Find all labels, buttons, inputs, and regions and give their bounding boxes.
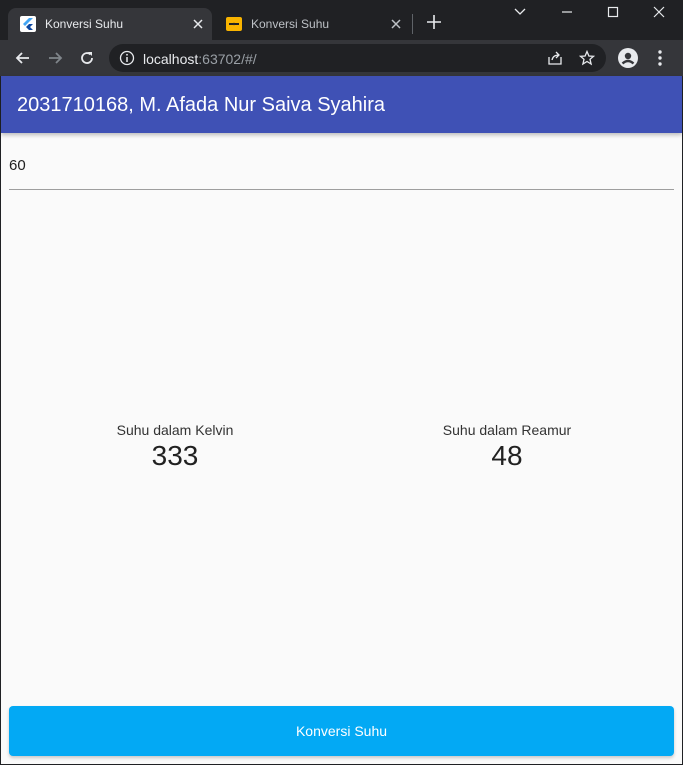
bookmark-star-icon[interactable] [579, 50, 595, 66]
reload-icon[interactable] [79, 50, 95, 66]
tab-strip: Konversi Suhu Konversi Suhu [0, 0, 683, 40]
close-icon[interactable] [388, 16, 404, 32]
url-text: localhost:63702/#/ [143, 51, 257, 67]
temperature-input-field[interactable] [9, 146, 674, 190]
browser-toolbar: localhost:63702/#/ [0, 40, 683, 76]
convert-button[interactable]: Konversi Suhu [9, 706, 674, 756]
profile-avatar-icon[interactable] [618, 48, 638, 68]
more-vert-icon[interactable] [652, 48, 668, 68]
url-host: localhost [143, 51, 199, 67]
reamur-label: Suhu dalam Reamur [442, 422, 572, 438]
chevron-down-icon[interactable] [512, 4, 528, 20]
tab-title: Konversi Suhu [45, 17, 124, 31]
kelvin-value: 333 [151, 440, 199, 471]
app-bar: 2031710168, M. Afada Nur Saiva Syahira [1, 76, 682, 133]
kelvin-label: Suhu dalam Kelvin [116, 422, 234, 438]
address-bar[interactable]: localhost:63702/#/ [109, 44, 606, 72]
tab-konversi-suhu-active[interactable]: Konversi Suhu [8, 8, 212, 40]
share-icon[interactable] [547, 50, 563, 66]
new-tab-plus-icon[interactable] [426, 14, 442, 30]
flutter-logo-icon [20, 16, 36, 32]
maximize-icon[interactable] [605, 4, 621, 20]
url-path: :63702/#/ [198, 51, 257, 67]
tab-separator [412, 14, 413, 34]
close-icon[interactable] [190, 16, 206, 32]
tab-konversi-suhu[interactable]: Konversi Suhu [214, 8, 410, 40]
reamur-result: Suhu dalam Reamur 48 [387, 422, 627, 472]
reamur-value: 48 [491, 440, 523, 471]
minimize-icon[interactable] [559, 4, 575, 20]
forward-arrow-icon[interactable] [47, 50, 63, 66]
back-arrow-icon[interactable] [15, 50, 31, 66]
link-icon [226, 17, 242, 31]
page-title: 2031710168, M. Afada Nur Saiva Syahira [17, 94, 386, 116]
tab-title: Konversi Suhu [251, 17, 330, 31]
window-close-icon[interactable] [651, 4, 667, 20]
kelvin-result: Suhu dalam Kelvin 333 [55, 422, 295, 472]
info-icon[interactable] [119, 50, 135, 66]
celsius-input[interactable] [9, 154, 674, 176]
app-viewport: 2031710168, M. Afada Nur Saiva Syahira S… [1, 76, 682, 764]
